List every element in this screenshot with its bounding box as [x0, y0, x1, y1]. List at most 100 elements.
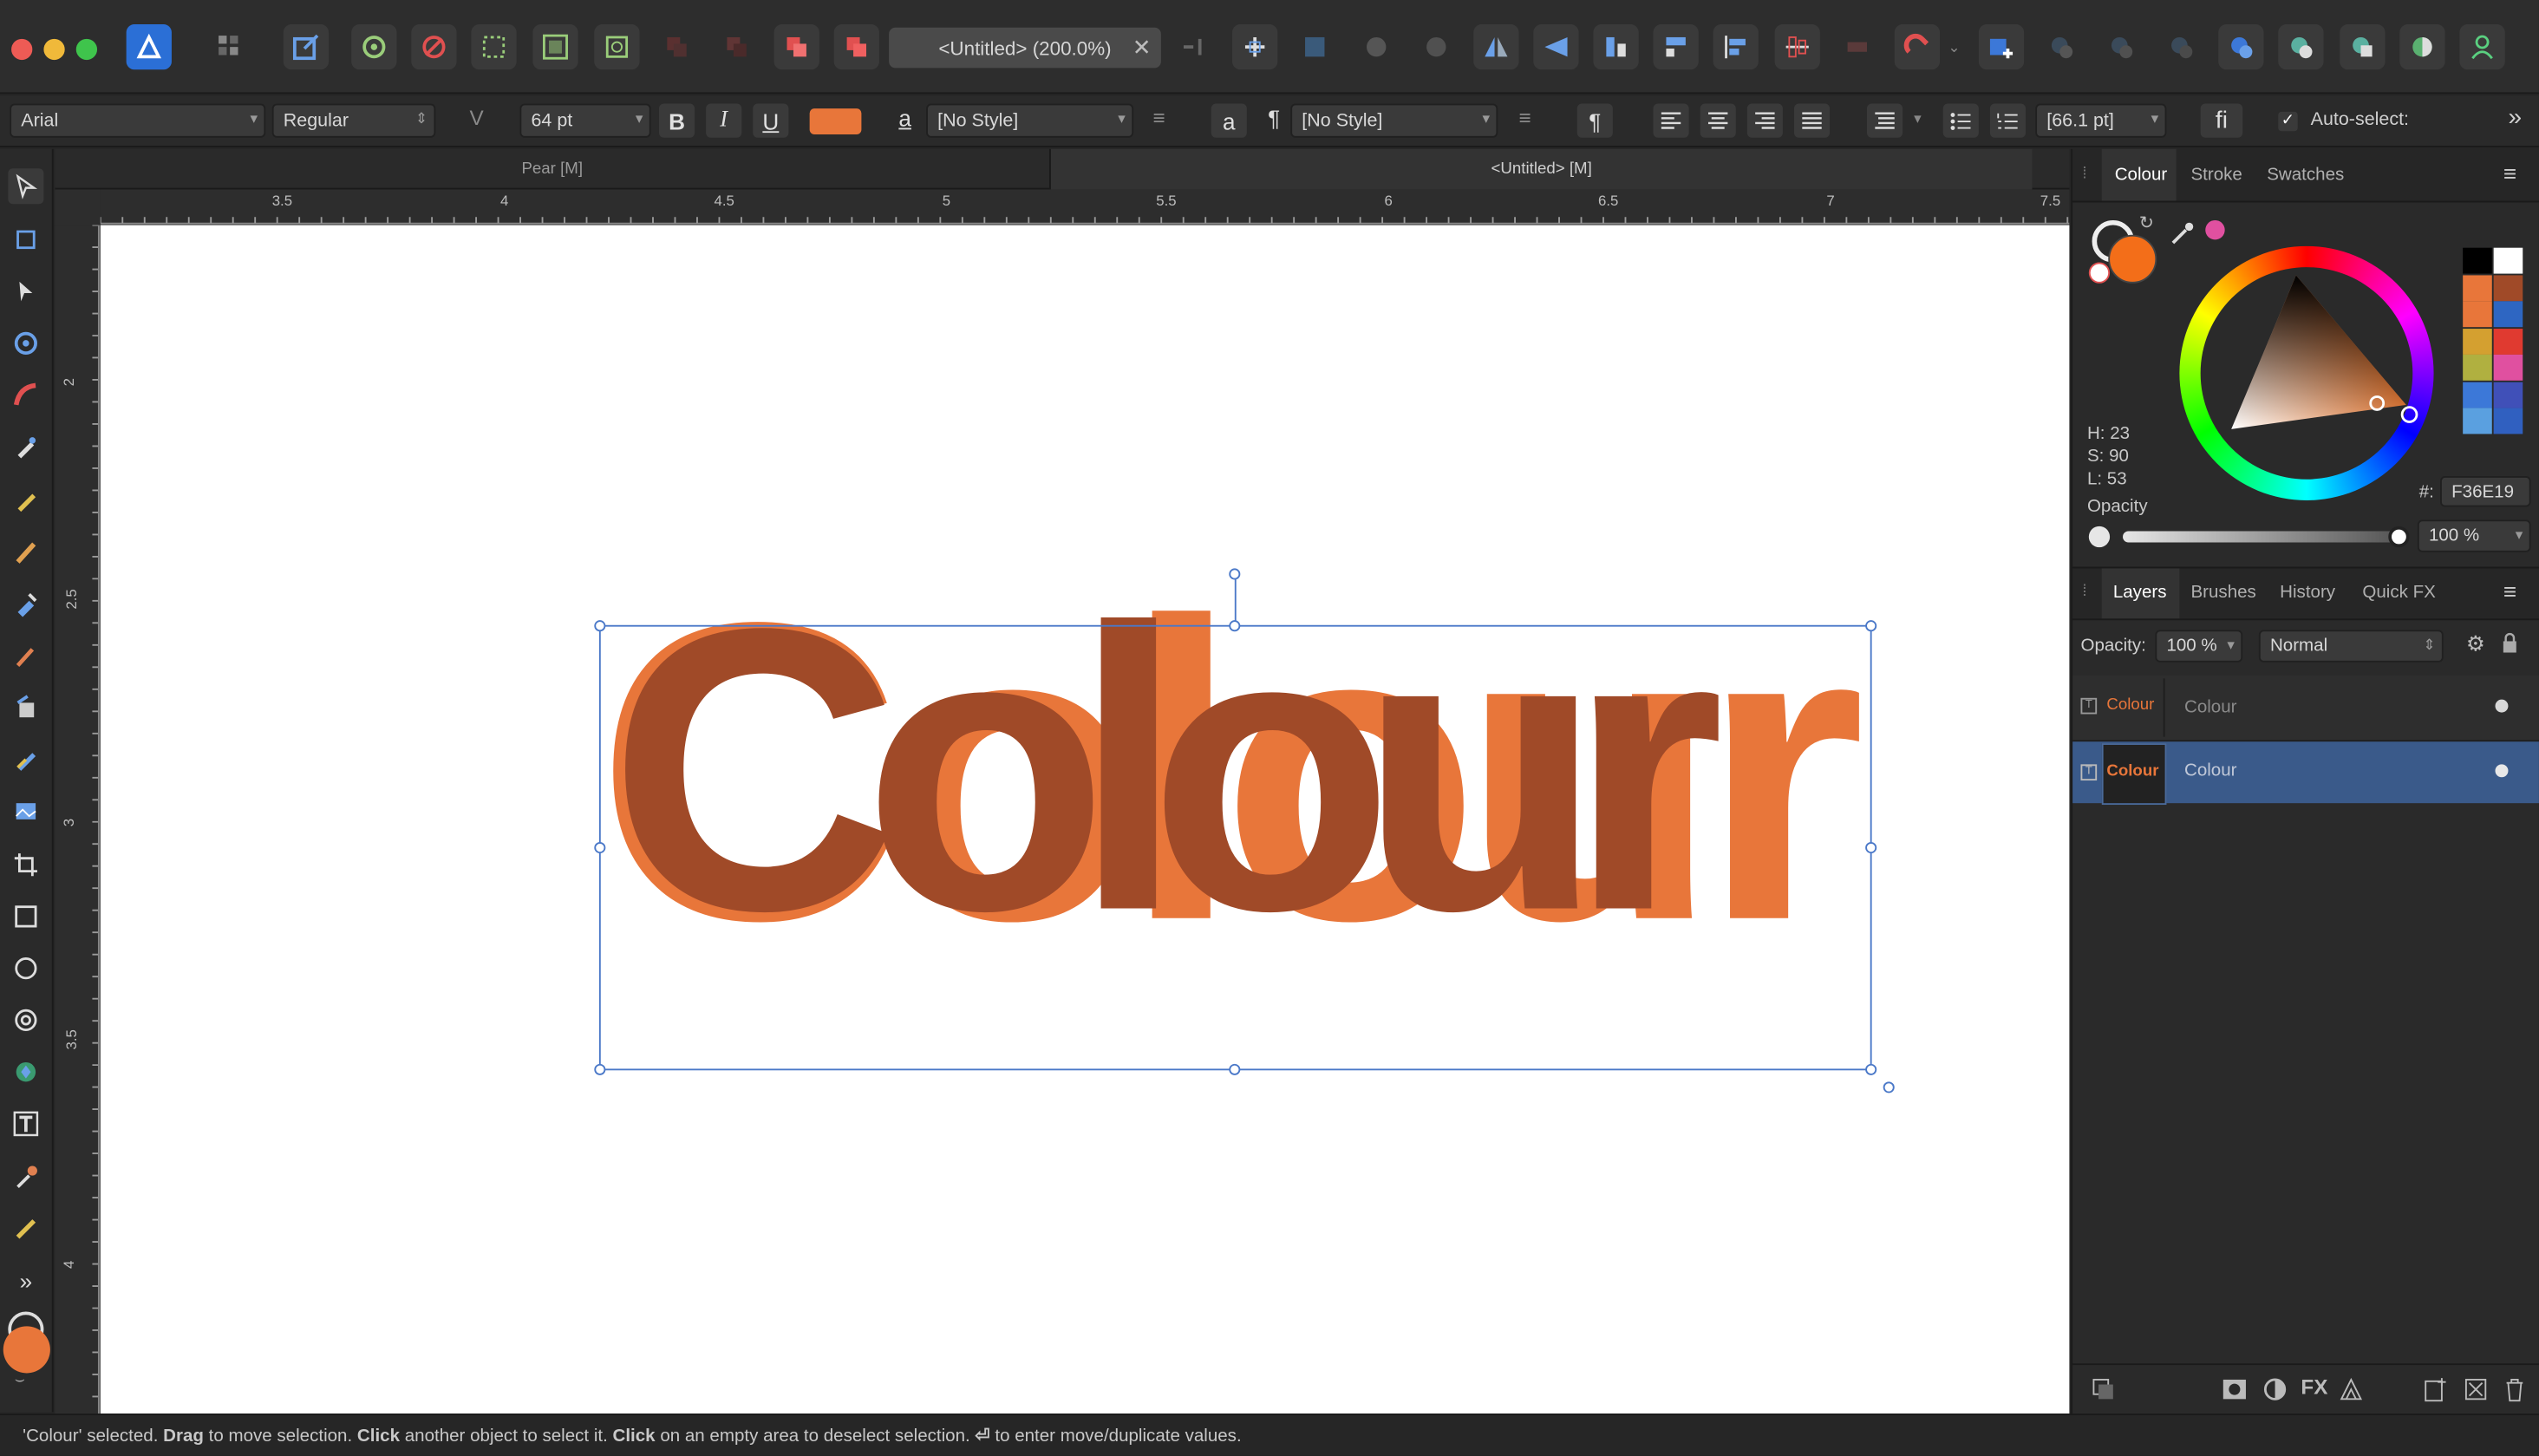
colour-swatch[interactable] [2463, 274, 2492, 301]
colour-swatch[interactable] [2493, 328, 2523, 355]
character-style-button[interactable]: a [1211, 103, 1247, 138]
color-picker-tool-icon[interactable] [8, 1159, 43, 1195]
flood-fill-tool-icon[interactable] [8, 689, 43, 725]
move-tool-icon[interactable] [8, 168, 44, 205]
gradient-tool-icon[interactable] [8, 377, 43, 413]
layer-visibility-dot[interactable] [2495, 764, 2509, 778]
add-layer-icon[interactable] [2422, 1376, 2448, 1410]
resize-handle-bottom-left[interactable] [594, 1063, 606, 1075]
distribute-icon[interactable] [1774, 24, 1820, 70]
view-tool-icon[interactable] [8, 325, 43, 361]
ruler-corner[interactable] [55, 189, 101, 225]
tab-stroke[interactable]: Stroke [2190, 165, 2242, 184]
fill-tool-icon[interactable] [8, 586, 43, 622]
underline-button[interactable]: U [753, 103, 789, 138]
layer-copy-icon[interactable] [2091, 1376, 2117, 1410]
layer-opacity-field[interactable]: 100 % ▾ [2155, 630, 2243, 663]
resize-handle-top-right[interactable] [1865, 620, 1877, 632]
leading-field[interactable]: [66.1 pt] ▾ [2035, 103, 2167, 138]
align-right-button[interactable] [1746, 103, 1783, 138]
tab-pear[interactable]: Pear [M] [55, 149, 1049, 190]
colour-swatch[interactable] [2463, 247, 2492, 274]
rotate-left-icon[interactable] [1593, 24, 1639, 70]
tab-swatches[interactable]: Swatches [2267, 165, 2344, 184]
panel-grip-icon[interactable]: ⁞ [2082, 583, 2086, 601]
blend-mode-select[interactable]: Normal ⇕ [2258, 630, 2444, 663]
lock-icon[interactable] [2500, 631, 2519, 662]
fx-layer-icon[interactable]: FX [2301, 1374, 2327, 1399]
boolean-icon[interactable] [1354, 24, 1399, 69]
transform-icon[interactable] [594, 24, 640, 70]
minimize-window-button[interactable] [43, 38, 65, 61]
fill-color-well[interactable] [3, 1326, 50, 1374]
combine-icon[interactable] [2278, 24, 2324, 70]
colour-swatch[interactable] [2463, 301, 2492, 328]
settings-gear-icon[interactable] [351, 24, 397, 70]
panel-menu-icon[interactable]: ≡ [2503, 160, 2516, 186]
colour-swatch[interactable] [2463, 328, 2492, 355]
divide-icon[interactable] [2218, 24, 2264, 70]
arrange-backward-icon[interactable] [714, 24, 759, 69]
paint-brush-tool-icon[interactable] [8, 638, 43, 674]
add-icon[interactable] [1978, 24, 2025, 70]
paragraph-style-options-icon[interactable]: ≡ [1519, 105, 1531, 129]
vertical-align-button[interactable] [1866, 103, 1903, 138]
adjustment-layer-icon[interactable] [2262, 1376, 2288, 1410]
resize-handle-bottom[interactable] [1229, 1063, 1241, 1075]
flip-horizontal-icon[interactable] [1473, 24, 1519, 70]
tracking-icon[interactable]: V [470, 105, 484, 129]
tab-history[interactable]: History [2280, 583, 2335, 602]
shear-handle[interactable] [1883, 1081, 1895, 1094]
resize-handle-right[interactable] [1865, 841, 1877, 854]
xor-icon[interactable] [2158, 24, 2203, 69]
zoom-window-button[interactable] [75, 38, 98, 61]
colour-swatch[interactable] [2463, 381, 2492, 408]
font-style-select[interactable]: Regular ⇕ [271, 103, 436, 138]
flip-vertical-icon[interactable] [1533, 24, 1579, 70]
show-special-characters-button[interactable]: ¶ [1576, 103, 1613, 138]
close-window-button[interactable] [11, 38, 33, 61]
colour-swatch[interactable] [2493, 381, 2523, 408]
user-account-icon[interactable] [2459, 24, 2505, 70]
justify-button[interactable] [1793, 103, 1831, 138]
panel-grip-icon[interactable]: ⁞ [2082, 165, 2086, 183]
tab-brushes[interactable]: Brushes [2190, 583, 2255, 602]
resize-handle-top[interactable] [1229, 620, 1241, 632]
chevron-down-icon[interactable]: ▾ [1914, 110, 1921, 128]
italic-button[interactable]: I [706, 103, 742, 138]
layer-row-selected[interactable]: T Colour Colour [2072, 741, 2539, 806]
snapping-manager-icon[interactable] [1232, 24, 1278, 70]
colour-swatch[interactable] [2463, 354, 2492, 381]
font-size-field[interactable]: 64 pt ▾ [519, 103, 651, 138]
snap-icon[interactable] [1172, 24, 1217, 69]
group-layer-icon[interactable] [2463, 1376, 2489, 1410]
horizontal-ruler[interactable]: in 3.5 4 4.5 5 5.5 6 6.5 7 7.5 [55, 189, 2070, 225]
no-colour-icon[interactable] [2088, 262, 2111, 284]
tab-colour[interactable]: Colour [2115, 165, 2168, 184]
swap-colors-icon[interactable]: ⌣ [15, 1372, 25, 1390]
colour-swatch[interactable] [2493, 247, 2523, 274]
auto-select-checkbox[interactable]: ✓ [2278, 111, 2298, 132]
place-image-tool-icon[interactable] [8, 793, 43, 829]
panel-menu-icon[interactable]: ≡ [2503, 578, 2516, 604]
live-filter-icon[interactable] [2338, 1376, 2364, 1410]
tab-untitled[interactable]: <Untitled> [M] [1049, 148, 2033, 190]
resize-handle-left[interactable] [594, 841, 606, 854]
align-center-button[interactable] [1700, 103, 1736, 138]
arrange-forward-icon[interactable] [773, 24, 819, 70]
rectangle-tool-icon[interactable] [8, 898, 43, 934]
layer-settings-gear-icon[interactable]: ⚙ [2466, 631, 2485, 657]
colour-swatch[interactable] [2493, 301, 2523, 328]
character-style-select[interactable]: [No Style] ▾ [926, 103, 1134, 138]
colour-swatch[interactable] [2493, 408, 2523, 434]
persona-grid-icon[interactable] [207, 24, 252, 69]
grid-icon[interactable] [1292, 24, 1337, 69]
affinity-photo-logo-icon[interactable] [126, 24, 172, 70]
hue-marker[interactable] [2400, 406, 2418, 423]
intersect-icon[interactable] [2098, 24, 2144, 69]
opacity-slider-knob[interactable] [2388, 526, 2410, 548]
colour-swatch[interactable] [2463, 408, 2492, 434]
ligatures-button[interactable]: fi [2200, 103, 2243, 138]
bullet-list-button[interactable] [1942, 103, 1979, 138]
artboard-tool-icon[interactable] [8, 222, 43, 258]
